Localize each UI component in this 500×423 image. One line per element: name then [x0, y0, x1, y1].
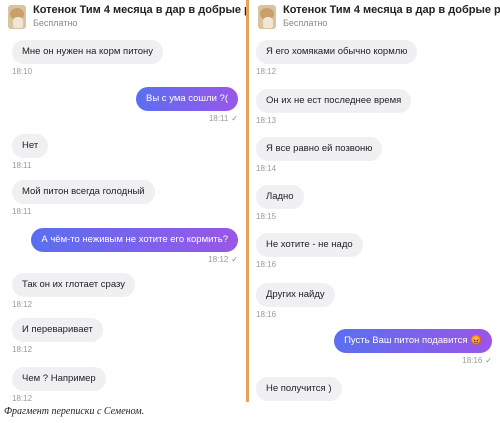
- chat-panel-right: Котенок Тим 4 месяца в дар в добрые руки…: [250, 0, 500, 402]
- read-check-icon: ✓: [231, 255, 238, 264]
- message-outgoing: Пусть Ваш питон подавится 😡 18:16 ✓: [334, 329, 492, 365]
- message-text: Мой питон всегда голодный: [12, 180, 155, 204]
- message-incoming: Я все равно ей позвоню 18:14: [256, 137, 383, 173]
- message-time: 18:11: [12, 161, 32, 170]
- message-text: И переваривает: [12, 318, 103, 342]
- message-incoming: Я его хомяками обычно кормлю 18:12: [256, 40, 418, 76]
- message-time: 18:11: [12, 207, 32, 216]
- listing-title[interactable]: Котенок Тим 4 месяца в дар в добрые руки: [283, 4, 500, 16]
- message-text: Ладно: [256, 185, 304, 209]
- read-check-icon: ✓: [231, 114, 238, 123]
- message-incoming: Нет 18:11: [12, 134, 49, 170]
- message-time: 18:10: [12, 67, 33, 76]
- listing-thumbnail[interactable]: [258, 5, 276, 29]
- message-incoming: Мне он нужен на корм питону 18:10: [12, 40, 164, 76]
- message-time: 18:12: [256, 67, 277, 76]
- message-time: 18:15: [256, 212, 277, 221]
- listing-thumbnail[interactable]: [8, 5, 26, 29]
- message-time: 18:13: [256, 116, 277, 125]
- chat-header[interactable]: Котенок Тим 4 месяца в дар в добрые руки…: [250, 0, 500, 34]
- message-text: Чем ? Например: [12, 367, 106, 391]
- message-incoming: Не хотите - не надо 18:16: [256, 233, 363, 269]
- listing-price: Бесплатно: [33, 18, 78, 28]
- listing-price: Бесплатно: [283, 18, 328, 28]
- message-text: Не хотите - не надо: [256, 233, 363, 257]
- message-time: 18:12: [12, 300, 33, 309]
- listing-title[interactable]: Котенок Тим 4 месяца в дар в добрые руки: [33, 4, 246, 16]
- panel-divider: [246, 0, 249, 402]
- message-incoming: Чем ? Например 18:12: [12, 367, 106, 402]
- message-text: Не получится ): [256, 377, 342, 401]
- message-time: 18:12: [12, 345, 33, 354]
- message-time: 18:12: [208, 255, 229, 264]
- message-text: Я все равно ей позвоню: [256, 137, 383, 161]
- message-text: Он их не ест последнее время: [256, 89, 412, 113]
- message-time: 18:16: [256, 310, 277, 319]
- message-time: 18:16: [256, 260, 277, 269]
- message-incoming: Мой питон всегда голодный 18:11: [12, 180, 155, 216]
- read-check-icon: ✓: [485, 356, 492, 365]
- message-incoming: Не получится ): [256, 377, 342, 401]
- message-text: Так он их глотает сразу: [12, 273, 135, 297]
- message-incoming: Он их не ест последнее время 18:13: [256, 89, 412, 125]
- message-text: А чём-то неживым не хотите его кормить?: [31, 228, 238, 252]
- image-caption: Фрагмент переписки с Семеном.: [4, 406, 145, 417]
- message-text: Пусть Ваш питон подавится 😡: [334, 329, 492, 353]
- message-text: Вы с ума сошли ?(: [136, 87, 238, 111]
- message-outgoing: Вы с ума сошли ?( 18:11 ✓: [136, 87, 238, 123]
- message-outgoing: А чём-то неживым не хотите его кормить? …: [31, 228, 238, 264]
- message-time: 18:12: [12, 394, 33, 402]
- chat-header[interactable]: Котенок Тим 4 месяца в дар в добрые руки…: [0, 0, 246, 34]
- chat-panel-left: Котенок Тим 4 месяца в дар в добрые руки…: [0, 0, 246, 402]
- message-time: 18:11: [208, 114, 229, 123]
- message-text: Нет: [12, 134, 49, 158]
- message-incoming: И переваривает 18:12: [12, 318, 103, 354]
- message-text: Других найду: [256, 283, 335, 307]
- message-text: Я его хомяками обычно кормлю: [256, 40, 418, 64]
- message-time: 18:16: [462, 356, 483, 365]
- message-time: 18:14: [256, 164, 277, 173]
- message-incoming: Других найду 18:16: [256, 283, 335, 319]
- message-incoming: Ладно 18:15: [256, 185, 304, 221]
- message-incoming: Так он их глотает сразу 18:12: [12, 273, 135, 309]
- message-text: Мне он нужен на корм питону: [12, 40, 164, 64]
